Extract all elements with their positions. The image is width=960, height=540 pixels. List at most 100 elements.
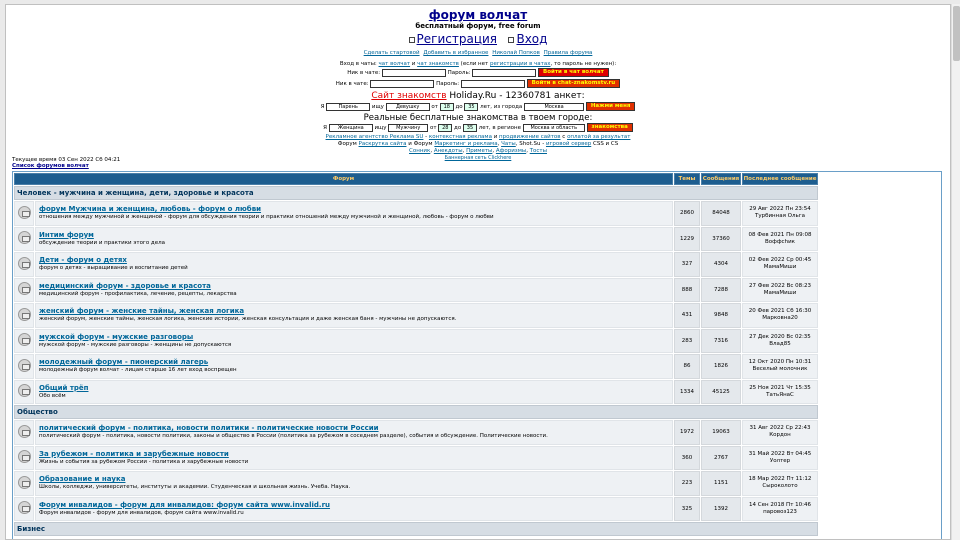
marketing-link[interactable]: Маркетинг и реклама	[434, 141, 497, 147]
last-post-user[interactable]: Турбинная Ольга	[743, 213, 817, 220]
forum-title-link[interactable]: женский форум - женские тайны, женская л…	[39, 307, 672, 316]
forum-title-link[interactable]: мужской форум - мужские разговоры	[39, 333, 672, 342]
dating-headline: Сайт знакомств Holiday.Ru - 12360781 анк…	[6, 91, 950, 102]
forum-title-link[interactable]: За рубежом - политика и зарубежные новос…	[39, 450, 672, 459]
header-links: Сделать стартовой Добавить в избранное Н…	[6, 49, 950, 57]
toasts-link[interactable]: Тосты	[530, 148, 547, 154]
folder-icon	[17, 424, 31, 438]
category-title[interactable]: Бизнес	[17, 525, 45, 533]
last-post-user[interactable]: Марковна20	[743, 315, 817, 322]
add-favorites-link[interactable]: Добавить в избранное	[423, 50, 488, 56]
site-title-link[interactable]: форум волчат	[6, 9, 950, 22]
last-post-user[interactable]: МамаМиши	[743, 264, 817, 271]
pass-input-2[interactable]	[460, 79, 525, 88]
aphorisms-link[interactable]: Афоризмы	[496, 148, 526, 154]
forum-title-link[interactable]: Дети - форум о детях	[39, 256, 672, 265]
jokes-link[interactable]: Анекдоты	[434, 148, 463, 154]
forum-title-link[interactable]: Интим форум	[39, 231, 672, 240]
last-post-user[interactable]: Веселый молочник	[743, 366, 817, 373]
last-post-cell: 27 Фев 2022 Вс 08:23 МамаМиши	[742, 277, 818, 302]
rules-link[interactable]: Правила форума	[544, 50, 593, 56]
last-post-date: 31 Май 2022 Вт 04:45	[748, 450, 812, 457]
scrollbar-thumb[interactable]	[953, 6, 960, 61]
dating-site-link[interactable]: Сайт знакомств	[371, 91, 446, 101]
forum-description: Жизнь и события за рубежом России - поли…	[39, 458, 249, 465]
real-dating-button[interactable]: знакомства	[586, 123, 633, 132]
last-post-date: 14 Сен 2018 Пт 10:46	[749, 501, 811, 508]
real-gender-select[interactable]: Женщина	[328, 123, 373, 132]
gender-select[interactable]: Парень	[326, 102, 371, 111]
chats-link[interactable]: Чаты	[501, 141, 516, 147]
last-post-user[interactable]: паровоз123	[743, 509, 817, 516]
forum-status-cell	[14, 201, 34, 226]
banner-network-link[interactable]: Баннерная сеть Clickhere	[445, 155, 512, 161]
register-link[interactable]: Регистрация	[417, 32, 497, 46]
enter-dating-chat-button[interactable]: Войти в chat-znakomstv.ru	[526, 79, 621, 88]
posts-count: 1151	[701, 471, 741, 496]
forum-status-cell	[14, 420, 34, 445]
chat-dating-link[interactable]: чат знакомств	[417, 61, 459, 67]
forum-status-cell	[14, 252, 34, 277]
forum-info-cell: мужской форум - мужские разговоры мужско…	[35, 328, 673, 353]
category-row[interactable]: Бизнес	[14, 522, 818, 536]
seek-gender-select[interactable]: Девушку	[385, 102, 430, 111]
category-row[interactable]: Человек - мужчина и женщина, дети, здоро…	[14, 186, 818, 200]
pass-input-1[interactable]	[472, 68, 537, 77]
region-select[interactable]: Москва и область	[522, 123, 585, 132]
site-promotion-link[interactable]: Раскрутка сайта	[359, 141, 407, 147]
ad-agency-link[interactable]: Рекламное агентство Реклама SU	[326, 134, 424, 140]
game-server-link[interactable]: игровой сервер	[546, 141, 591, 147]
forum-title-link[interactable]: политический форум - политика, новости п…	[39, 424, 672, 433]
folder-icon	[17, 358, 31, 372]
forum-title-link[interactable]: Форум инвалидов - форум для инвалидов: ф…	[39, 501, 672, 510]
omens-link[interactable]: Приметы	[466, 148, 492, 154]
category-row[interactable]: Общество	[14, 405, 818, 419]
last-post-user[interactable]: Кордон	[743, 432, 817, 439]
forum-index-link[interactable]: Список форумов волчат	[12, 163, 89, 169]
last-post-cell: 20 Фев 2021 Сб 16:30 Марковна20	[742, 303, 818, 328]
city-select[interactable]: Москва	[524, 102, 585, 111]
chat-register-link[interactable]: регистрации в чатах	[490, 61, 551, 67]
forum-row: форум Мужчина и женщина, любовь - форум …	[14, 201, 818, 226]
last-post-user[interactable]: Влад85	[743, 341, 817, 348]
site-promo-link[interactable]: продвижение сайтов	[499, 134, 561, 140]
real-age-from[interactable]: 28	[438, 123, 453, 132]
forum-row: молодежный форум - пионерский лагерь мол…	[14, 354, 818, 379]
nick-input-1[interactable]	[381, 68, 446, 77]
make-homepage-link[interactable]: Сделать стартовой	[364, 50, 420, 56]
category-title[interactable]: Общество	[17, 408, 58, 416]
folder-icon	[17, 205, 31, 219]
chat-wolf-link[interactable]: чат волчат	[379, 61, 411, 67]
login-link[interactable]: Вход	[516, 32, 547, 46]
forum-title-link[interactable]: Образование и наука	[39, 475, 672, 484]
age-to-input[interactable]: 35	[464, 102, 479, 111]
forum-title-link[interactable]: Общий трёп	[39, 384, 672, 393]
pay-result-link[interactable]: оплатой за результат	[567, 134, 630, 140]
last-post-user[interactable]: Сыроколото	[743, 483, 817, 490]
enter-wolf-chat-button[interactable]: Войти в чат волчат	[538, 68, 609, 77]
topics-count: 327	[674, 252, 700, 277]
forum-info-cell: Общий трёп Обо всём	[35, 379, 673, 404]
real-seek-select[interactable]: Мужчину	[388, 123, 429, 132]
context-ads-link[interactable]: контекстная реклама	[429, 134, 492, 140]
last-post-user[interactable]: ТатьЯнаС	[743, 392, 817, 399]
forum-title-link[interactable]: медицинский форум - здоровье и красота	[39, 282, 672, 291]
last-post-user[interactable]: Уолтер	[743, 458, 817, 465]
last-post-user[interactable]: Boффchик	[743, 239, 817, 246]
last-post-cell: 25 Ноя 2021 Чт 15:35 ТатьЯнаС	[742, 379, 818, 404]
author-link[interactable]: Николай Попков	[492, 50, 540, 56]
ads-forum-text: Форум	[337, 141, 359, 147]
vertical-scrollbar[interactable]	[951, 4, 960, 540]
forum-title-link[interactable]: форум Мужчина и женщина, любовь - форум …	[39, 205, 672, 214]
folder-icon	[17, 384, 31, 398]
forum-status-cell	[14, 496, 34, 521]
dream-book-link[interactable]: Сонник	[409, 148, 430, 154]
real-age-to[interactable]: 35	[462, 123, 477, 132]
category-title[interactable]: Человек - мужчина и женщина, дети, здоро…	[17, 189, 254, 197]
forum-title-link[interactable]: молодежный форум - пионерский лагерь	[39, 358, 672, 367]
last-post-user[interactable]: МамаМиши	[743, 290, 817, 297]
nick-input-2[interactable]	[370, 79, 435, 88]
age-from-input[interactable]: 18	[439, 102, 454, 111]
forum-info-cell: молодежный форум - пионерский лагерь мол…	[35, 354, 673, 379]
click-me-button[interactable]: Нажми меня	[585, 102, 636, 111]
